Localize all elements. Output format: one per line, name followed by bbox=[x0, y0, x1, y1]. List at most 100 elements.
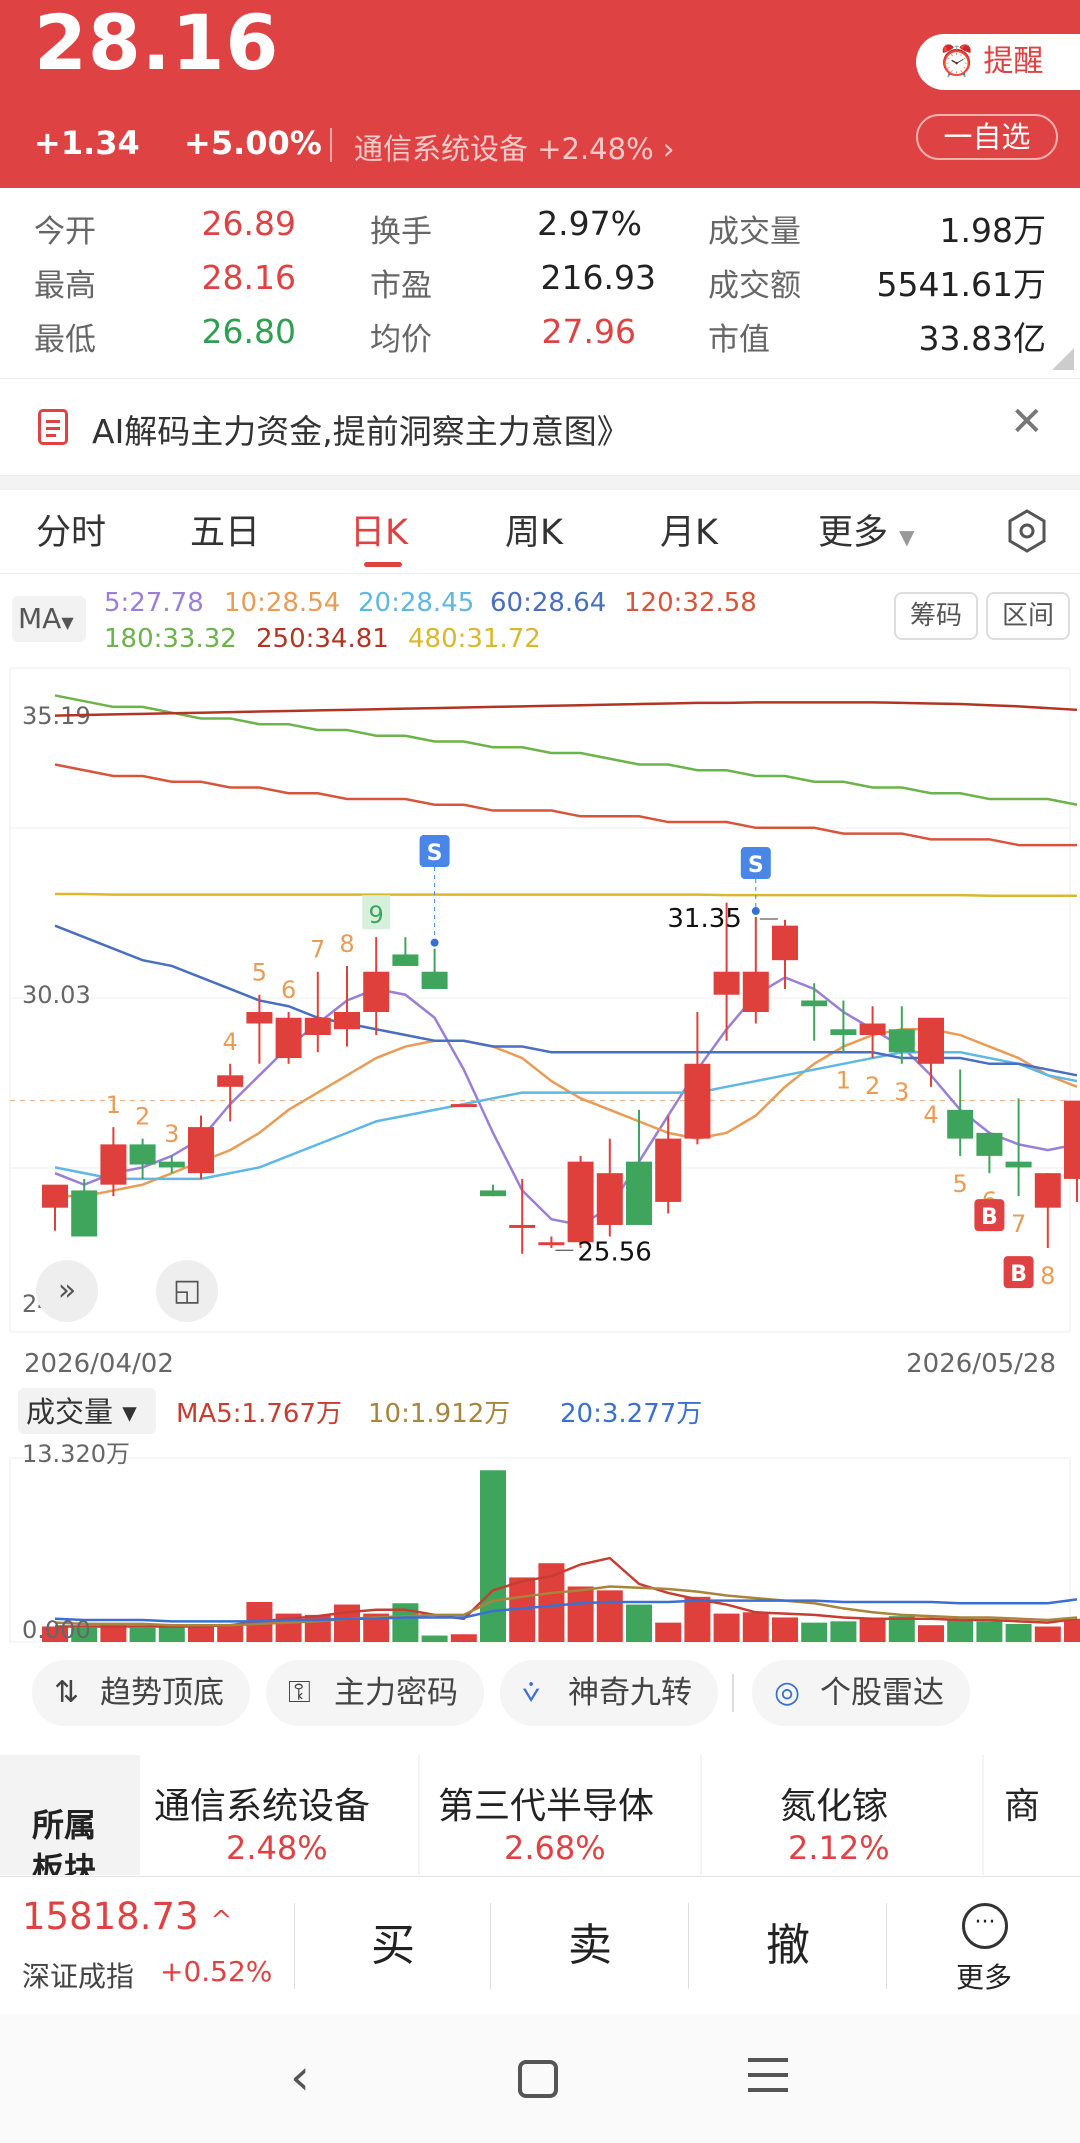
settings-icon[interactable] bbox=[1006, 508, 1048, 554]
x-axis-label: 2026/04/02 bbox=[24, 1349, 174, 1379]
ma5-legend: 5:27.78 bbox=[104, 588, 204, 618]
price-change: +1.34 bbox=[34, 124, 140, 162]
sector-link[interactable]: 通信系统设备 +2.48% › bbox=[354, 126, 674, 168]
candle-body bbox=[42, 1184, 68, 1208]
sector-item[interactable]: 通信系统设备 2.48% bbox=[140, 1755, 418, 1875]
close-icon[interactable]: ✕ bbox=[1010, 399, 1044, 445]
candle-body bbox=[450, 1104, 477, 1108]
nine-turn-label: 5 bbox=[953, 1170, 968, 1198]
sell-button[interactable]: 卖 bbox=[492, 1877, 688, 2015]
volume-bar bbox=[1005, 1623, 1032, 1642]
nine-turn-label: 3 bbox=[164, 1120, 179, 1148]
ma480-legend: 480:31.72 bbox=[408, 624, 541, 654]
volume-bar bbox=[334, 1604, 360, 1642]
x-axis-label: 2026/05/28 bbox=[906, 1349, 1056, 1379]
volume-bar bbox=[772, 1617, 798, 1642]
volume-bar bbox=[626, 1604, 652, 1642]
ma-line-480 bbox=[55, 892, 1077, 897]
amount-label: 成交额 bbox=[708, 268, 801, 304]
volume-value: 1.98万 bbox=[939, 211, 1046, 250]
volume-bar bbox=[450, 1634, 477, 1642]
caret-up-icon: ^ bbox=[210, 1906, 233, 1936]
period-tabs: 分时 五日 日K 周K 月K 更多 ▼ bbox=[0, 490, 1080, 574]
tab-more[interactable]: 更多 ▼ bbox=[818, 504, 915, 555]
separator bbox=[294, 1903, 295, 1989]
volume-bar bbox=[947, 1618, 974, 1642]
document-icon bbox=[38, 409, 68, 445]
low-value: 26.80 bbox=[201, 312, 296, 351]
volume-bar bbox=[859, 1618, 886, 1642]
tab-daily-k[interactable]: 日K bbox=[350, 504, 408, 555]
tab-intraday[interactable]: 分时 bbox=[36, 504, 106, 555]
expand-corner-icon[interactable] bbox=[1052, 348, 1074, 370]
volume-bar bbox=[1034, 1626, 1061, 1642]
nine-turn-label: 3 bbox=[894, 1078, 909, 1106]
separator bbox=[886, 1903, 887, 1989]
remind-button[interactable]: ⏰ 提醒 bbox=[916, 34, 1080, 90]
ai-banner[interactable]: AI解码主力资金,提前洞察主力意图》 ✕ bbox=[0, 378, 1080, 476]
index-value[interactable]: 15818.73 ^ bbox=[22, 1895, 232, 1938]
index-pct: +0.52% bbox=[160, 1955, 273, 1988]
volume-max-label: 13.320万 bbox=[22, 1440, 130, 1468]
ma60-legend: 60:28.64 bbox=[490, 588, 607, 618]
candle-body bbox=[275, 1017, 302, 1059]
high-label: 最高 bbox=[34, 268, 96, 304]
buy-button[interactable]: 买 bbox=[296, 1877, 490, 2015]
candle-body bbox=[480, 1190, 506, 1197]
back-icon[interactable]: ‹ bbox=[290, 2048, 310, 2106]
candle-body bbox=[421, 971, 448, 989]
candle-body bbox=[1064, 1100, 1080, 1179]
ma180-legend: 180:33.32 bbox=[104, 624, 237, 654]
candle-body bbox=[626, 1161, 652, 1225]
reset-view-icon[interactable]: ◱ bbox=[156, 1260, 218, 1322]
volume-bar bbox=[158, 1626, 185, 1642]
current-price: 28.16 bbox=[34, 0, 280, 87]
header-divider bbox=[330, 128, 332, 162]
candle-body bbox=[976, 1132, 1003, 1156]
cancel-button[interactable]: 撤 bbox=[690, 1877, 886, 2015]
stock-radar-label: 个股雷达 bbox=[820, 1675, 944, 1711]
sell-signal-text: S bbox=[427, 841, 443, 866]
candle-body bbox=[918, 1017, 944, 1064]
tab-five-day[interactable]: 五日 bbox=[190, 504, 260, 555]
fast-forward-icon[interactable]: » bbox=[36, 1260, 98, 1322]
main-force-code-button[interactable]: ⚿ 主力密码 bbox=[266, 1660, 484, 1726]
ma-selector[interactable]: MA▼ bbox=[12, 596, 86, 642]
sector-pct: 2.48% bbox=[226, 1829, 328, 1867]
candle-body bbox=[655, 1138, 682, 1202]
caret-down-icon: ▼ bbox=[61, 613, 74, 632]
candle-body bbox=[158, 1161, 185, 1168]
candle-body bbox=[334, 1011, 360, 1030]
candle-body bbox=[947, 1109, 974, 1139]
tab-monthly-k[interactable]: 月K bbox=[660, 504, 718, 555]
pe-value: 216.93 bbox=[540, 258, 656, 297]
volume-selector: 成交量 ▾ bbox=[26, 1395, 137, 1429]
chip-button[interactable]: 筹码 bbox=[894, 592, 978, 640]
quote-header: 28.16 +1.34 +5.00% 通信系统设备 +2.48% › ⏰ 提醒 一… bbox=[0, 0, 1080, 188]
magic-nine-button[interactable]: ⩒ 神奇九转 bbox=[500, 1660, 718, 1726]
more-button[interactable]: ··· 更多 bbox=[888, 1877, 1080, 2015]
sector-item[interactable]: 氮化镓 2.12% bbox=[702, 1755, 982, 1875]
buy-signal-text: B bbox=[1010, 1262, 1027, 1287]
menu-icon[interactable] bbox=[748, 2056, 788, 2096]
index-name: 深证成指 bbox=[22, 1960, 135, 1993]
tab-weekly-k[interactable]: 周K bbox=[505, 504, 563, 555]
nine-turn-label: 9 bbox=[369, 901, 384, 929]
watchlist-button[interactable]: 一自选 bbox=[916, 114, 1058, 160]
tab-underline bbox=[364, 562, 402, 567]
candle-body bbox=[100, 1144, 127, 1185]
candle-body bbox=[801, 1000, 828, 1007]
home-icon[interactable] bbox=[518, 2060, 558, 2098]
candle-body bbox=[304, 1017, 331, 1036]
trend-top-bottom-label: 趋势顶底 bbox=[100, 1675, 224, 1711]
kline-chart[interactable]: 35.1930.0324.8712345678912345678SSBB31.3… bbox=[0, 660, 1080, 1650]
stock-radar-button[interactable]: ◎ 个股雷达 bbox=[752, 1660, 970, 1726]
related-sectors: 所属板块 通信系统设备 2.48% 第三代半导体 2.68% 氮化镓 2.12%… bbox=[0, 1755, 1080, 1875]
sector-item[interactable]: 商 bbox=[984, 1755, 1080, 1875]
sector-name: 商 bbox=[1004, 1786, 1041, 1827]
sector-item[interactable]: 第三代半导体 2.68% bbox=[420, 1755, 700, 1875]
range-button[interactable]: 区间 bbox=[986, 592, 1070, 640]
candle-body bbox=[713, 971, 740, 995]
ma10-legend: 10:28.54 bbox=[224, 588, 341, 618]
trend-top-bottom-button[interactable]: ⇅ 趋势顶底 bbox=[32, 1660, 250, 1726]
